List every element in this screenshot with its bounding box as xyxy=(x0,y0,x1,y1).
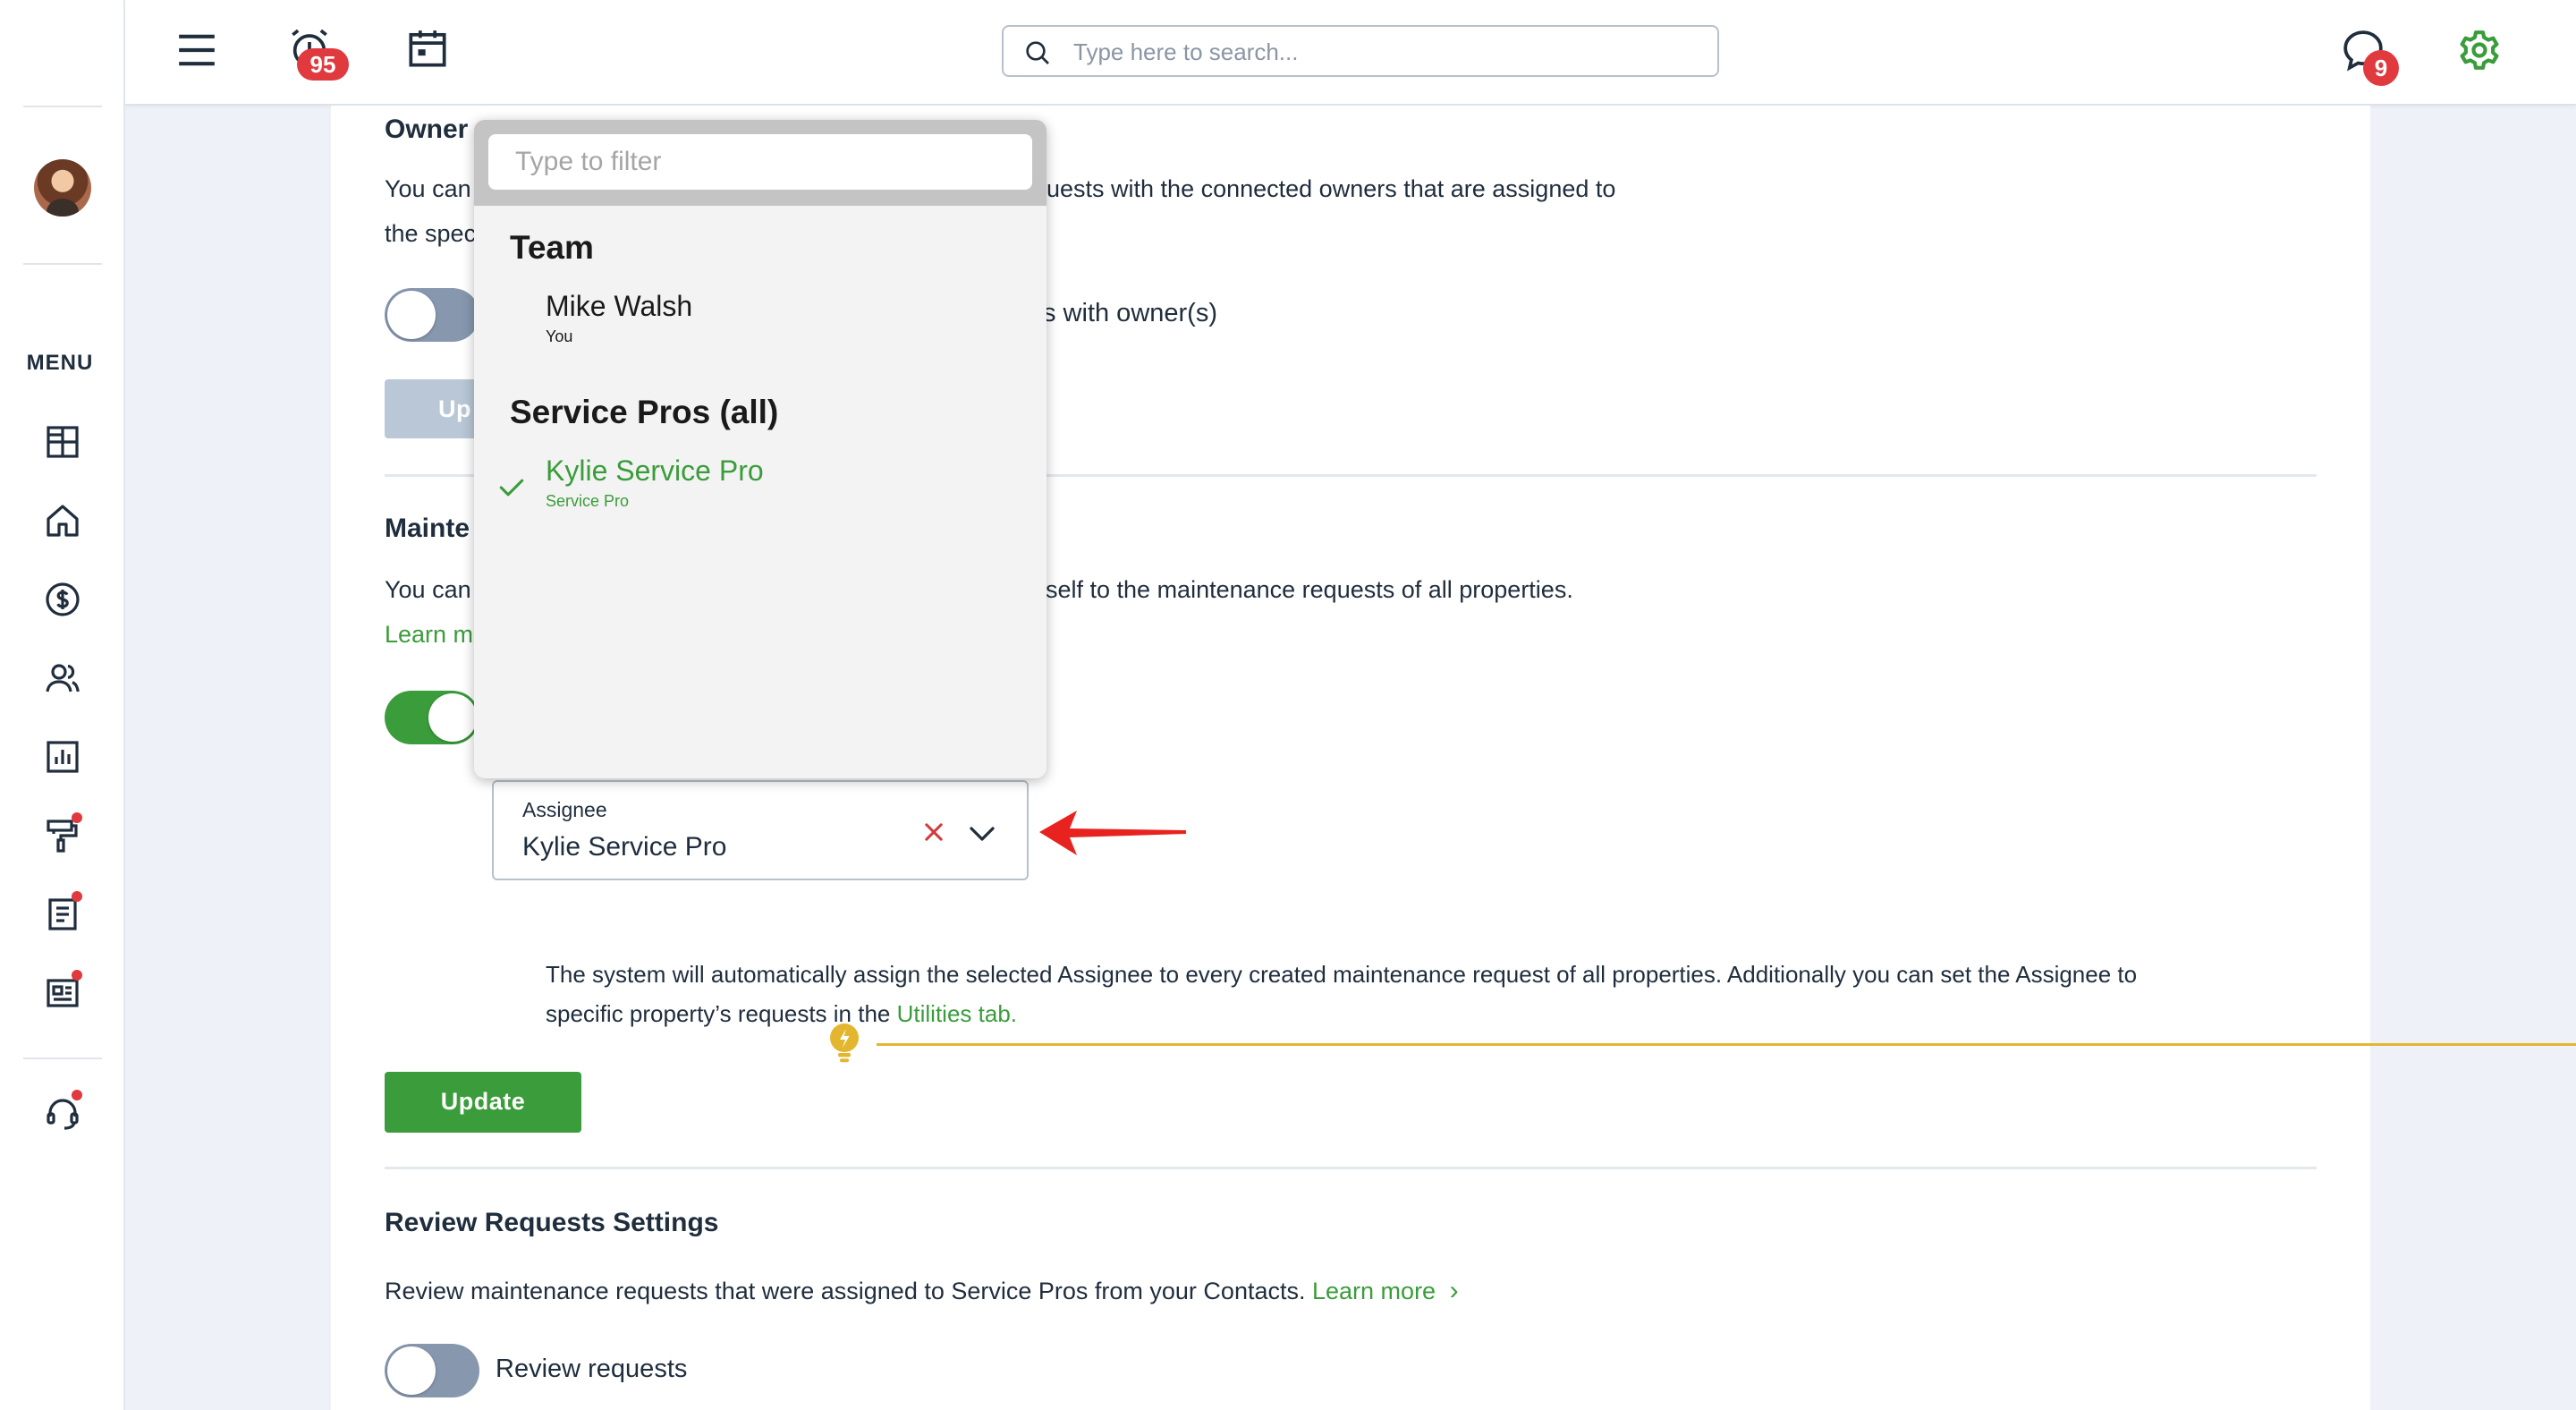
owner-desc-right: uests with the connected owners that are… xyxy=(1046,175,1616,202)
filter-area xyxy=(474,120,1046,206)
toggle-knob xyxy=(387,1346,436,1395)
dropdown-option-kylie-service-pro[interactable]: Kylie Service Pro Service Pro xyxy=(474,454,1046,526)
home-icon xyxy=(47,505,79,537)
dashboard-icon xyxy=(47,426,79,458)
review-desc-text: Review maintenance requests that were as… xyxy=(385,1278,1306,1304)
sidebar-item-dashboard[interactable] xyxy=(41,420,84,463)
owner-section-title: Owner xyxy=(385,115,469,144)
toggle-knob xyxy=(387,291,436,339)
assignee-dropdown: Team Mike Walsh You Service Pros (all) K… xyxy=(474,120,1046,778)
owner-desc-left: You can xyxy=(385,175,471,202)
maintenance-desc-right: rself to the maintenance requests of all… xyxy=(1038,576,1573,603)
sidebar-item-reports[interactable] xyxy=(41,735,84,778)
notification-dot xyxy=(72,1090,82,1100)
menu-label: MENU xyxy=(26,351,94,375)
avatar[interactable] xyxy=(34,159,91,217)
search-input[interactable] xyxy=(1073,30,1699,73)
dropdown-option-mike-walsh[interactable]: Mike Walsh You xyxy=(474,290,1046,361)
people-icon xyxy=(46,664,80,692)
chat-badge: 9 xyxy=(2363,50,2399,86)
sidebar-divider xyxy=(23,263,102,265)
chat-button[interactable]: 9 xyxy=(2338,25,2399,86)
maintenance-section-title: Mainte xyxy=(385,514,470,543)
sidebar-divider xyxy=(23,106,102,107)
update-button[interactable]: Update xyxy=(385,1072,581,1133)
maintenance-learn-more-link[interactable]: Learn m xyxy=(385,621,473,649)
lightbulb-icon xyxy=(830,1024,859,1063)
alarm-badge: 95 xyxy=(297,48,349,81)
tip-text-prefix: specific property’s requests in the xyxy=(546,1000,891,1027)
auto-assign-toggle[interactable] xyxy=(385,691,479,744)
sidebar-item-contacts[interactable] xyxy=(41,657,84,700)
review-section-title: Review Requests Settings xyxy=(385,1208,719,1237)
calendar-icon xyxy=(409,30,446,67)
option-subtitle: Service Pro xyxy=(546,492,630,510)
chevron-down-icon[interactable] xyxy=(966,821,998,846)
dropdown-group-service-pros: Service Pros (all) xyxy=(510,394,779,430)
utilities-tab-link[interactable]: Utilities tab. xyxy=(897,1000,1017,1027)
owner-toggle[interactable] xyxy=(385,288,479,342)
option-subtitle: You xyxy=(546,327,573,345)
red-arrow-annotation xyxy=(1039,811,1186,855)
review-learn-more-link[interactable]: Learn more xyxy=(1312,1278,1436,1304)
dollar-icon xyxy=(46,582,80,616)
owner-desc-line2: the spec xyxy=(385,220,477,247)
sidebar-item-accounting[interactable] xyxy=(41,578,84,621)
chevron-right-icon[interactable]: › xyxy=(1450,1276,1459,1305)
sidebar-divider xyxy=(23,1058,102,1059)
assignee-label: Assignee xyxy=(522,798,607,821)
clear-icon[interactable] xyxy=(921,820,946,845)
calendar-button[interactable] xyxy=(402,23,453,73)
section-divider xyxy=(385,1167,2317,1169)
sidebar-item-support[interactable] xyxy=(41,1090,84,1134)
notification-dot xyxy=(72,891,82,902)
owner-toggle-label: s with owner(s) xyxy=(1043,299,1217,327)
assignee-select[interactable]: Assignee Kylie Service Pro xyxy=(492,780,1029,880)
review-desc: Review maintenance requests that were as… xyxy=(385,1276,1459,1306)
tip-text-line2: specific property’s requests in the Util… xyxy=(546,1000,1017,1028)
notification-dot xyxy=(72,812,82,823)
settings-button[interactable] xyxy=(2454,25,2504,75)
search-box[interactable] xyxy=(1002,25,1719,77)
review-requests-toggle[interactable] xyxy=(385,1344,479,1397)
review-requests-label: Review requests xyxy=(496,1355,688,1383)
sidebar: MENU xyxy=(0,0,125,1410)
option-name: Kylie Service Pro xyxy=(546,454,764,487)
sidebar-item-home[interactable] xyxy=(41,499,84,542)
gear-icon xyxy=(2460,30,2499,70)
sidebar-item-listings[interactable] xyxy=(41,970,84,1015)
assignee-value: Kylie Service Pro xyxy=(522,832,727,862)
hamburger-menu-button[interactable] xyxy=(172,25,222,75)
option-name: Mike Walsh xyxy=(546,290,693,322)
sidebar-item-leases[interactable] xyxy=(41,891,84,936)
top-header: 95 9 xyxy=(125,0,2576,106)
filter-input[interactable] xyxy=(488,134,1032,190)
tip-divider xyxy=(877,1043,2576,1046)
maintenance-desc-left: You can xyxy=(385,576,471,603)
notification-dot xyxy=(72,970,82,981)
dropdown-group-team: Team xyxy=(510,229,594,266)
chart-icon xyxy=(47,741,79,773)
search-icon xyxy=(1026,41,1049,64)
tip-text-line1: The system will automatically assign the… xyxy=(546,961,2138,988)
checkmark-icon xyxy=(499,479,524,497)
toggle-knob xyxy=(428,693,477,742)
hamburger-icon xyxy=(179,34,215,66)
alarm-button[interactable]: 95 xyxy=(284,23,349,81)
sidebar-item-maintenance[interactable] xyxy=(41,812,84,857)
